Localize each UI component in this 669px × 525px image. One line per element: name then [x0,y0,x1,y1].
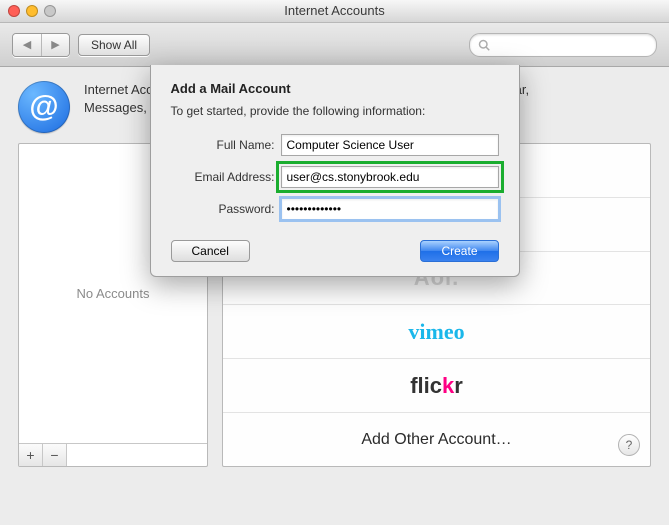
help-button[interactable]: ? [618,434,640,456]
sheet-title: Add a Mail Account [171,81,499,96]
password-label: Password: [171,202,281,216]
back-button[interactable]: ◀ [13,34,41,56]
provider-row-vimeo[interactable]: vimeo [223,305,650,359]
remove-account-button[interactable]: − [43,444,67,466]
at-sign-icon: @ [18,81,70,133]
password-input[interactable] [281,198,499,220]
search-input[interactable] [494,37,648,53]
search-icon [478,39,490,51]
sidebar-footer: + − [19,443,207,466]
close-window-button[interactable] [8,5,20,17]
window-title: Internet Accounts [284,3,384,18]
show-all-button[interactable]: Show All [78,34,150,56]
search-field[interactable] [469,33,657,57]
provider-row-flickr[interactable]: flickr [223,359,650,413]
email-highlight [276,161,504,193]
fullname-input[interactable] [281,134,499,156]
window-titlebar: Internet Accounts [0,0,669,23]
fullname-label: Full Name: [171,138,281,152]
toolbar: ◀ ▶ Show All [0,23,669,67]
cancel-button[interactable]: Cancel [171,240,250,262]
email-input[interactable] [281,166,499,188]
add-account-button[interactable]: + [19,444,43,466]
traffic-lights [8,5,56,17]
forward-button[interactable]: ▶ [41,34,69,56]
create-button[interactable]: Create [420,240,498,262]
nav-segment: ◀ ▶ [12,33,70,57]
zoom-window-button[interactable] [44,5,56,17]
add-mail-account-sheet: Add a Mail Account To get started, provi… [150,65,520,277]
provider-row-other[interactable]: Add Other Account… [223,413,650,466]
sheet-subtitle: To get started, provide the following in… [171,104,499,118]
email-label: Email Address: [171,170,281,184]
minimize-window-button[interactable] [26,5,38,17]
